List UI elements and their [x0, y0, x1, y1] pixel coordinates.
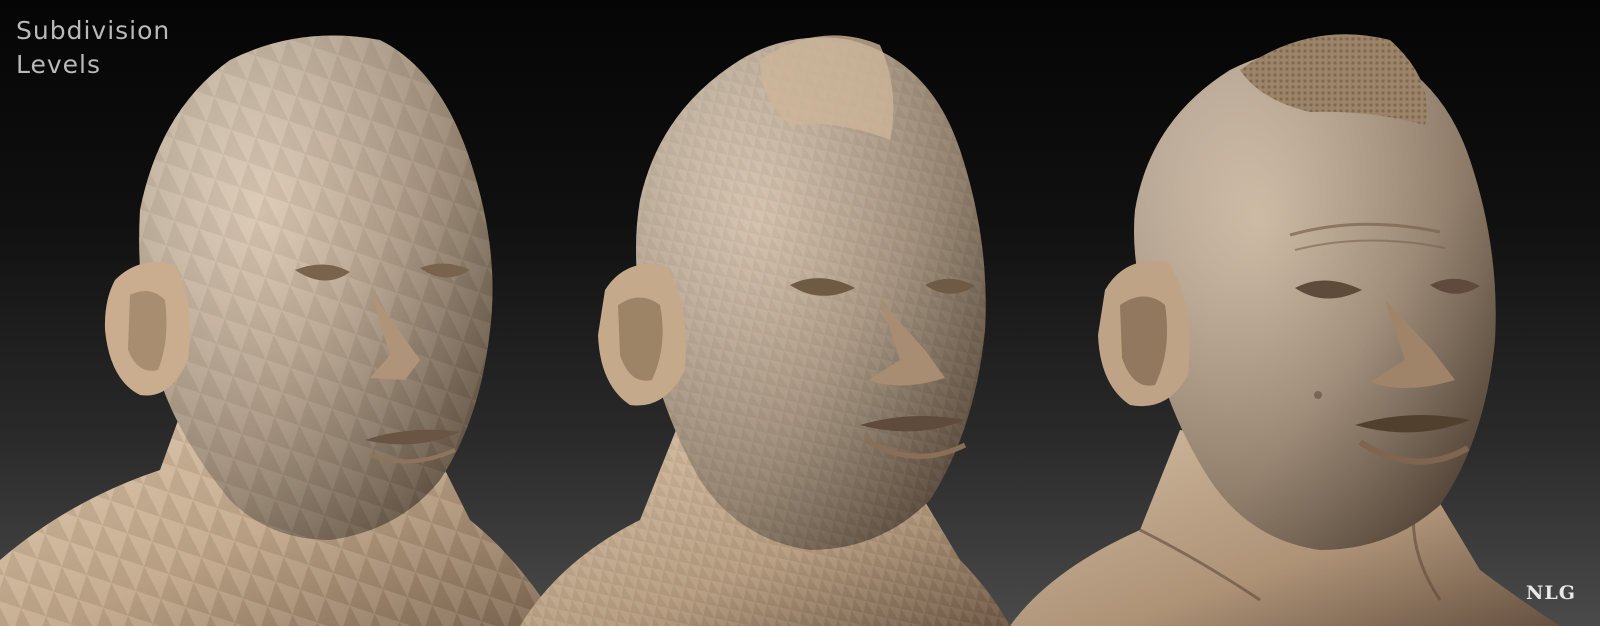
heads-illustration [0, 34, 1560, 626]
title-line-2: Levels [16, 50, 102, 79]
mid-subdivision-head [520, 35, 1010, 626]
render-stage: Subdivision Levels NLG [0, 0, 1600, 626]
high-detail-head [1010, 34, 1560, 626]
low-poly-head [0, 35, 560, 626]
title-line-1: Subdivision [16, 16, 171, 45]
nlg-logo: NLG [1526, 582, 1576, 604]
page-title: Subdivision Levels [16, 14, 170, 82]
